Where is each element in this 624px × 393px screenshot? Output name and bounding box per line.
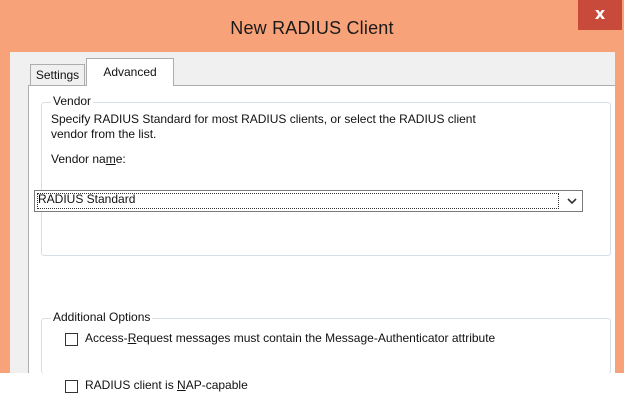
vendor-name-dropdown[interactable]: RADIUS Standard	[34, 190, 583, 212]
message-authenticator-checkbox[interactable]	[65, 333, 78, 346]
nap-capable-label[interactable]: RADIUS client is NAP-capable	[85, 378, 248, 392]
dialog-body: Settings Advanced Vendor Specify RADIUS …	[10, 52, 615, 393]
vendor-group-legend: Vendor	[51, 94, 94, 108]
vendor-name-label: Vendor name:	[51, 152, 126, 166]
additional-options-legend: Additional Options	[51, 310, 153, 324]
title-bar[interactable]: New RADIUS Client	[0, 0, 624, 52]
chevron-down-icon[interactable]	[562, 191, 582, 211]
tab-settings[interactable]: Settings	[30, 64, 85, 85]
window-title: New RADIUS Client	[230, 18, 394, 38]
close-button[interactable]: x	[578, 0, 622, 30]
tab-advanced[interactable]: Advanced	[86, 58, 174, 86]
nap-capable-checkbox[interactable]	[65, 380, 78, 393]
additional-options-group	[41, 318, 611, 374]
message-authenticator-label[interactable]: Access-Request messages must contain the…	[85, 331, 495, 345]
vendor-description-line1: Specify RADIUS Standard for most RADIUS …	[51, 112, 476, 126]
advanced-tab-panel: Vendor Specify RADIUS Standard for most …	[28, 85, 615, 393]
vendor-description-line2: vendor from the list.	[51, 127, 157, 141]
vendor-name-selected-value: RADIUS Standard	[38, 192, 136, 206]
close-icon: x	[594, 4, 606, 23]
dialog-window: New RADIUS Client x Settings Advanced Ve…	[0, 0, 624, 393]
